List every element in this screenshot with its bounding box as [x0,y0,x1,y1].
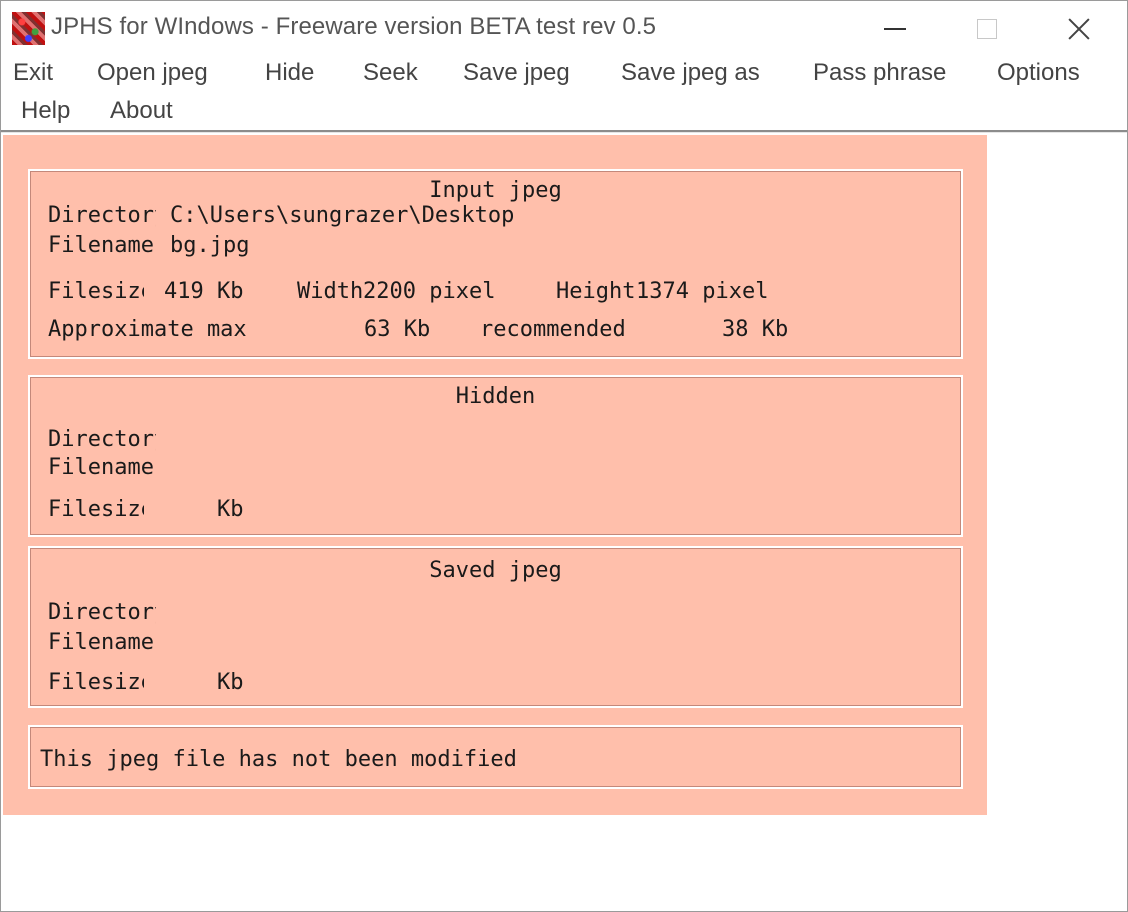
menu-separator [1,130,1127,133]
menu-help[interactable]: Help [21,97,70,125]
close-icon [1067,17,1091,41]
input-jpeg-panel: Input jpeg Directory C:\Users\sungrazer\… [28,169,963,359]
hidden-directory-label: Directory [48,427,156,452]
hidden-filename-label: Filename [48,455,154,480]
status-panel: This jpeg file has not been modified [28,725,963,789]
input-directory-label: Directory [48,203,156,228]
window-title: JPHS for WIndows - Freeware version BETA… [51,13,657,40]
recommended-value: 38 Kb [722,317,789,342]
menu-save-jpeg-as[interactable]: Save jpeg as [621,59,760,87]
maximize-button[interactable] [941,1,1033,56]
saved-directory-label: Directory [48,600,156,625]
input-jpeg-heading: Input jpeg [429,178,562,203]
maximize-icon [977,18,997,39]
menu-save-jpeg[interactable]: Save jpeg [463,59,570,87]
saved-jpeg-panel: Saved jpeg Directory Filename Filesize K… [28,546,963,708]
input-filesize-label: Filesize [48,279,144,304]
title-bar[interactable]: JPHS for WIndows - Freeware version BETA… [1,1,1127,56]
menu-bar: Exit Open jpeg Hide Seek Save jpeg Save … [1,56,1127,131]
input-filename-value: bg.jpg [170,233,250,258]
hidden-filesize-unit: Kb [217,497,244,522]
status-message: This jpeg file has not been modified [40,747,517,772]
saved-filesize-unit: Kb [217,670,244,695]
approx-max-value: 63 Kb [364,317,431,342]
input-height-value: 1374 pixel [636,279,769,304]
menu-about[interactable]: About [110,97,173,125]
menu-hide[interactable]: Hide [265,59,314,87]
menu-seek[interactable]: Seek [363,59,418,87]
input-filesize-value: 419 Kb [164,279,244,304]
jphs-app-icon[interactable] [12,12,45,45]
app-window: JPHS for WIndows - Freeware version BETA… [0,0,1128,912]
hidden-filesize-label: Filesize [48,497,144,522]
menu-options[interactable]: Options [997,59,1080,87]
recommended-label: recommended [480,317,626,342]
input-filename-label: Filename [48,233,154,258]
close-button[interactable] [1033,1,1125,56]
input-width-value: 2200 pixel [363,279,496,304]
menu-open-jpeg[interactable]: Open jpeg [97,59,208,87]
minimize-button[interactable] [849,1,941,56]
minimize-icon [884,27,906,30]
saved-jpeg-heading: Saved jpeg [429,558,562,583]
input-directory-value: C:\Users\sungrazer\Desktop [170,203,515,228]
input-height-label: Height [556,279,636,304]
hidden-heading: Hidden [455,384,536,409]
saved-filesize-label: Filesize [48,670,144,695]
hidden-panel: Hidden Directory Filename Filesize Kb [28,375,963,537]
client-area: Input jpeg Directory C:\Users\sungrazer\… [3,135,987,815]
menu-exit[interactable]: Exit [13,59,53,87]
input-width-label: Width [297,279,363,304]
saved-filename-label: Filename [48,630,154,655]
menu-pass-phrase[interactable]: Pass phrase [813,59,946,87]
approx-max-label: Approximate max [48,317,247,342]
